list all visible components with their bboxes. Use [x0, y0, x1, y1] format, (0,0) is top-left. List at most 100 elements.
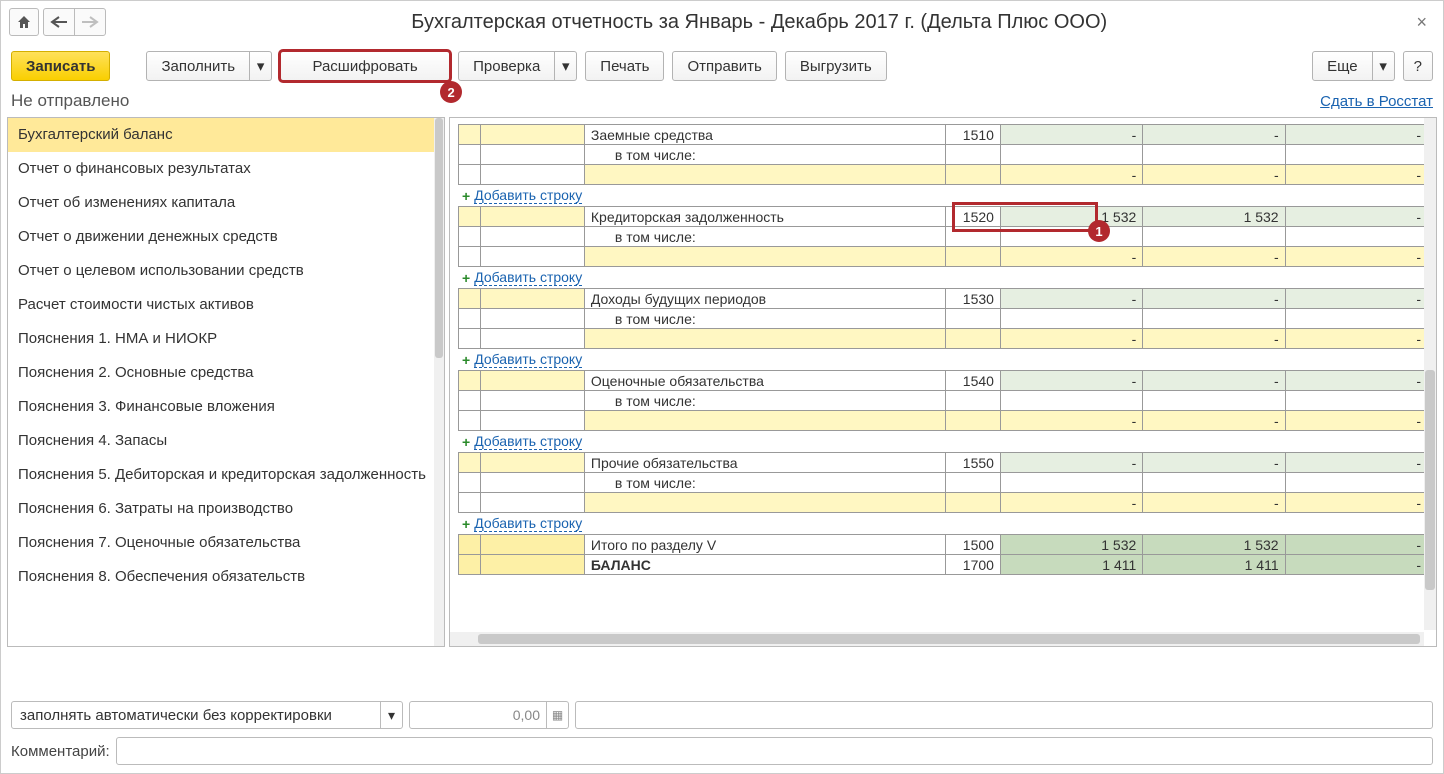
- grid-cell[interactable]: [459, 555, 481, 575]
- comment-input[interactable]: [116, 737, 1433, 765]
- rosstat-link[interactable]: Сдать в Росстат: [1320, 93, 1433, 110]
- value-cell[interactable]: -: [1285, 329, 1427, 349]
- sidebar-item-notes-3[interactable]: Пояснения 3. Финансовые вложения: [8, 390, 444, 424]
- sidebar-item-notes-6[interactable]: Пояснения 6. Затраты на производство: [8, 492, 444, 526]
- sidebar-item-cash-flow[interactable]: Отчет о движении денежных средств: [8, 220, 444, 254]
- value-cell[interactable]: -: [1285, 165, 1427, 185]
- sidebar-scrollbar[interactable]: [434, 118, 444, 646]
- value-cell[interactable]: -: [1285, 493, 1427, 513]
- value-cell[interactable]: -: [1143, 329, 1285, 349]
- value-cell[interactable]: -: [1143, 289, 1285, 309]
- print-button[interactable]: Печать: [585, 51, 664, 81]
- value-cell[interactable]: -: [1143, 453, 1285, 473]
- grid-cell[interactable]: [946, 493, 1001, 513]
- check-button[interactable]: Проверка: [458, 51, 555, 81]
- sidebar-item-notes-8[interactable]: Пояснения 8. Обеспечения обязательств: [8, 560, 444, 594]
- grid-cell[interactable]: [584, 165, 945, 185]
- grid-cell[interactable]: [584, 247, 945, 267]
- value-cell[interactable]: 1 532: [1143, 207, 1285, 227]
- add-row-link[interactable]: +Добавить строку: [458, 185, 1428, 206]
- value-cell[interactable]: -: [1143, 371, 1285, 391]
- value-cell[interactable]: -: [1285, 371, 1427, 391]
- value-cell[interactable]: -: [1285, 247, 1427, 267]
- grid-cell[interactable]: [946, 411, 1001, 431]
- value-cell[interactable]: -: [1143, 125, 1285, 145]
- more-dropdown[interactable]: ▾: [1373, 51, 1395, 81]
- fill-mode-select[interactable]: заполнять автоматически без корректировк…: [11, 701, 403, 729]
- row-name: Кредиторская задолженность: [584, 207, 945, 227]
- value-cell[interactable]: -: [1000, 453, 1142, 473]
- add-row-link[interactable]: +Добавить строку: [458, 349, 1428, 370]
- value-cell[interactable]: -: [1285, 453, 1427, 473]
- grid-cell[interactable]: [946, 247, 1001, 267]
- save-button[interactable]: Записать: [11, 51, 110, 81]
- grid-cell[interactable]: [946, 165, 1001, 185]
- chevron-down-icon[interactable]: ▾: [380, 702, 402, 728]
- grid-cell[interactable]: [480, 207, 584, 227]
- value-cell[interactable]: -: [1143, 411, 1285, 431]
- sidebar-item-notes-7[interactable]: Пояснения 7. Оценочные обязательства: [8, 526, 444, 560]
- text-input[interactable]: [575, 701, 1433, 729]
- add-row-link[interactable]: +Добавить строку: [458, 267, 1428, 288]
- decipher-button[interactable]: Расшифровать: [280, 51, 450, 81]
- content-vscrollbar[interactable]: [1424, 118, 1436, 630]
- numeric-input[interactable]: 0,00 ▦: [409, 701, 569, 729]
- help-button[interactable]: ?: [1403, 51, 1433, 81]
- grid-cell[interactable]: [459, 125, 481, 145]
- sidebar-item-net-assets[interactable]: Расчет стоимости чистых активов: [8, 288, 444, 322]
- send-button[interactable]: Отправить: [672, 51, 776, 81]
- grid-cell[interactable]: [459, 207, 481, 227]
- value-cell[interactable]: -: [1000, 125, 1142, 145]
- sidebar-item-notes-2[interactable]: Пояснения 2. Основные средства: [8, 356, 444, 390]
- value-cell[interactable]: -: [1285, 125, 1427, 145]
- add-row-link[interactable]: +Добавить строку: [458, 513, 1428, 534]
- value-cell[interactable]: -: [1285, 411, 1427, 431]
- grid-cell[interactable]: [480, 371, 584, 391]
- value-cell-highlighted[interactable]: 1 532: [1000, 207, 1142, 227]
- close-button[interactable]: ×: [1408, 12, 1435, 33]
- fill-dropdown[interactable]: ▾: [250, 51, 272, 81]
- sidebar-item-notes-1[interactable]: Пояснения 1. НМА и НИОКР: [8, 322, 444, 356]
- value-cell[interactable]: -: [1000, 371, 1142, 391]
- grid-cell[interactable]: [480, 535, 584, 555]
- value-cell[interactable]: -: [1000, 247, 1142, 267]
- grid-cell[interactable]: [584, 493, 945, 513]
- content-hscrollbar[interactable]: [450, 632, 1424, 646]
- grid-cell[interactable]: [459, 535, 481, 555]
- grid-cell[interactable]: [480, 125, 584, 145]
- add-row-link[interactable]: +Добавить строку: [458, 431, 1428, 452]
- calculator-icon[interactable]: ▦: [546, 702, 568, 728]
- grid-cell[interactable]: [480, 453, 584, 473]
- sidebar-item-notes-4[interactable]: Пояснения 4. Запасы: [8, 424, 444, 458]
- grid-cell[interactable]: [480, 555, 584, 575]
- value-cell[interactable]: -: [1000, 411, 1142, 431]
- value-cell[interactable]: -: [1000, 329, 1142, 349]
- sidebar-item-balance[interactable]: Бухгалтерский баланс: [8, 118, 444, 152]
- sidebar-item-capital-changes[interactable]: Отчет об изменениях капитала: [8, 186, 444, 220]
- fill-button[interactable]: Заполнить: [146, 51, 250, 81]
- value-cell[interactable]: -: [1285, 289, 1427, 309]
- home-button[interactable]: [9, 8, 39, 36]
- grid-cell[interactable]: [480, 289, 584, 309]
- grid-cell[interactable]: [459, 371, 481, 391]
- grid-cell[interactable]: [584, 411, 945, 431]
- value-cell[interactable]: -: [1000, 493, 1142, 513]
- export-button[interactable]: Выгрузить: [785, 51, 887, 81]
- value-cell[interactable]: -: [1285, 207, 1427, 227]
- more-button[interactable]: Еще: [1312, 51, 1373, 81]
- sidebar-item-target-use[interactable]: Отчет о целевом использовании средств: [8, 254, 444, 288]
- value-cell[interactable]: -: [1143, 247, 1285, 267]
- value-cell[interactable]: -: [1000, 165, 1142, 185]
- grid-cell[interactable]: [459, 453, 481, 473]
- grid-cell[interactable]: [584, 329, 945, 349]
- grid-cell[interactable]: [459, 289, 481, 309]
- value-cell[interactable]: -: [1000, 289, 1142, 309]
- check-dropdown[interactable]: ▾: [555, 51, 577, 81]
- grid-cell[interactable]: [946, 329, 1001, 349]
- value-cell[interactable]: -: [1143, 165, 1285, 185]
- sub-label: в том числе:: [584, 391, 945, 411]
- nav-back-button[interactable]: [44, 9, 74, 35]
- sidebar-item-notes-5[interactable]: Пояснения 5. Дебиторская и кредиторская …: [8, 458, 444, 492]
- sidebar-item-financial-results[interactable]: Отчет о финансовых результатах: [8, 152, 444, 186]
- value-cell[interactable]: -: [1143, 493, 1285, 513]
